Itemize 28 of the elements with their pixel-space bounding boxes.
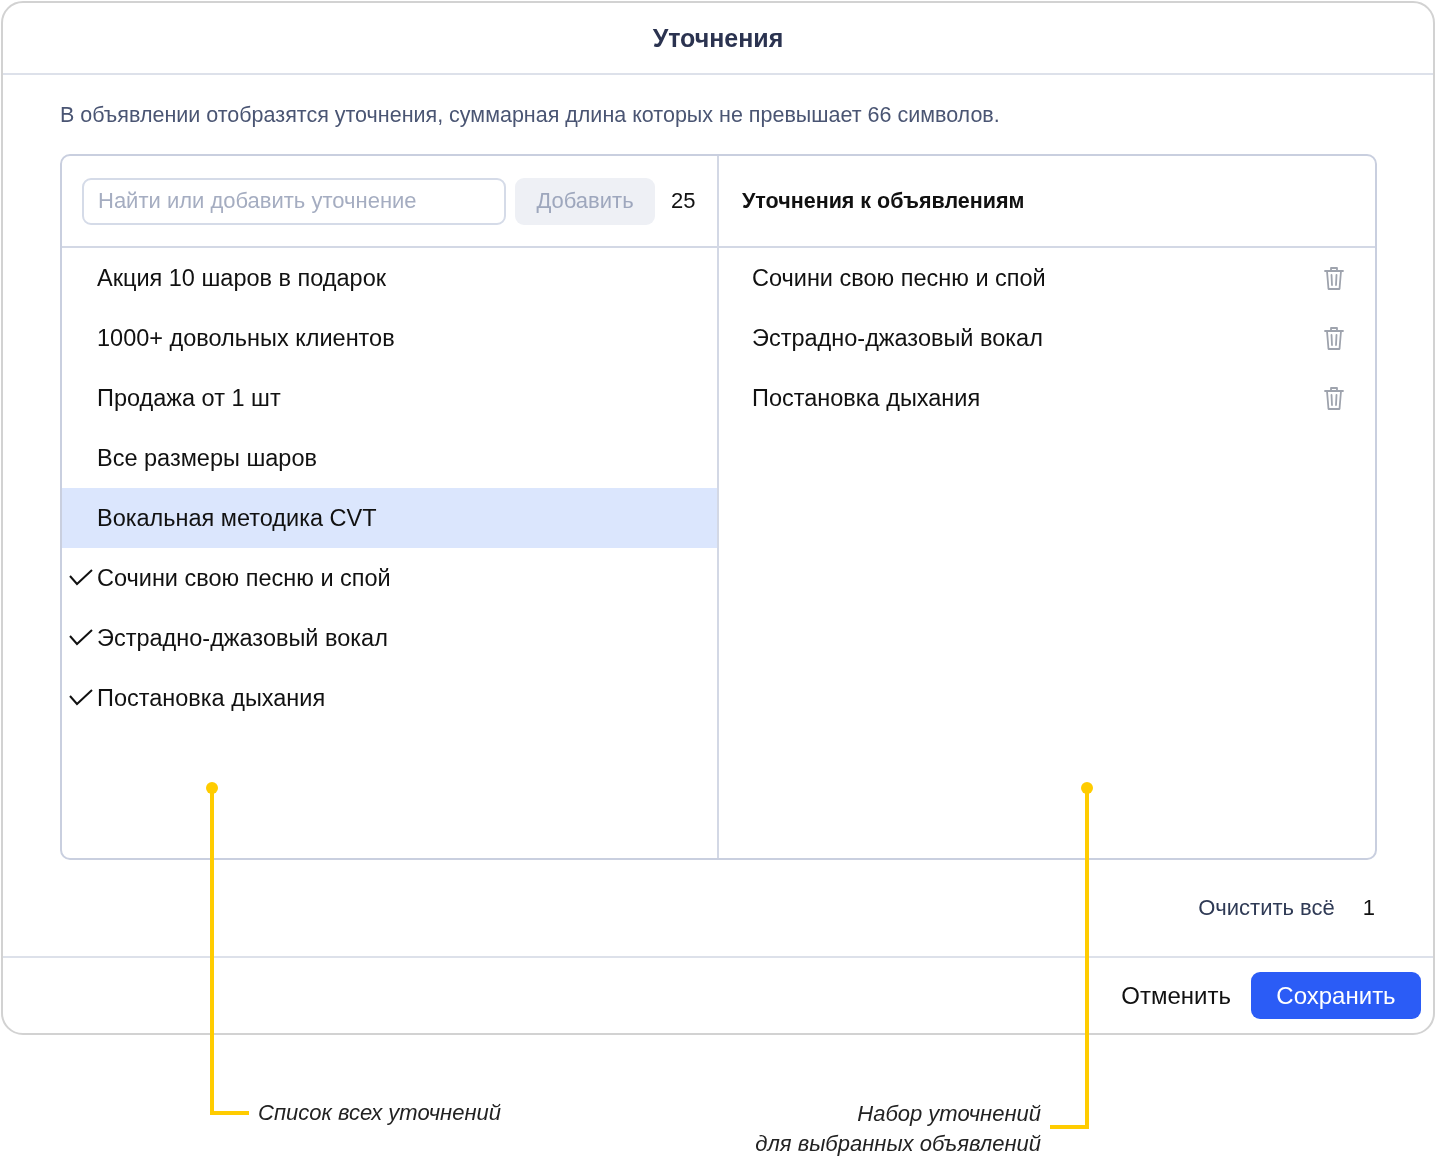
list-item[interactable]: Сочини свою песню и спой <box>62 548 717 608</box>
annotation-caption: Набор уточнений для выбранных объявлений <box>755 1100 1041 1158</box>
clear-all-link[interactable]: Очистить всё <box>1198 895 1335 921</box>
chosen-item-label: Сочини свою песню и спой <box>752 264 1046 292</box>
trash-icon[interactable] <box>1323 325 1345 351</box>
dialog-title: Уточнения <box>652 23 784 53</box>
character-count: 25 <box>671 188 696 214</box>
check-icon <box>68 629 94 647</box>
chosen-item-label: Постановка дыхания <box>752 384 981 412</box>
chosen-item-label: Эстрадно-джазовый вокал <box>752 324 1043 352</box>
cancel-button[interactable]: Отменить <box>1121 972 1231 1019</box>
save-button[interactable]: Сохранить <box>1251 972 1421 1019</box>
list-item[interactable]: Все размеры шаров <box>62 428 717 488</box>
list-item[interactable]: Акция 10 шаров в подарок <box>62 248 717 308</box>
count-label: 1 <box>1362 895 1375 921</box>
list-item[interactable]: Постановка дыхания <box>62 668 717 728</box>
section-heading: Уточнения к объявлениям <box>742 188 1025 214</box>
list-item[interactable]: 1000+ довольных клиентов <box>62 308 717 368</box>
list-item[interactable]: Продажа от 1 шт <box>62 368 717 428</box>
description-text: В объявлении отобразятся уточнения, суммарная длина которых не превышает 66 символов. <box>60 102 1001 129</box>
check-icon <box>68 569 94 587</box>
trash-icon[interactable] <box>1323 265 1345 291</box>
list-item[interactable]: Вокальная методика CVT <box>62 488 717 548</box>
search-field[interactable]: Найти или добавить уточнение <box>82 177 506 225</box>
check-icon <box>68 689 94 707</box>
trash-icon[interactable] <box>1323 385 1345 411</box>
annotation-caption: Список всех уточнений <box>258 1099 501 1127</box>
list-item[interactable]: Эстрадно-джазовый вокал <box>62 608 717 668</box>
